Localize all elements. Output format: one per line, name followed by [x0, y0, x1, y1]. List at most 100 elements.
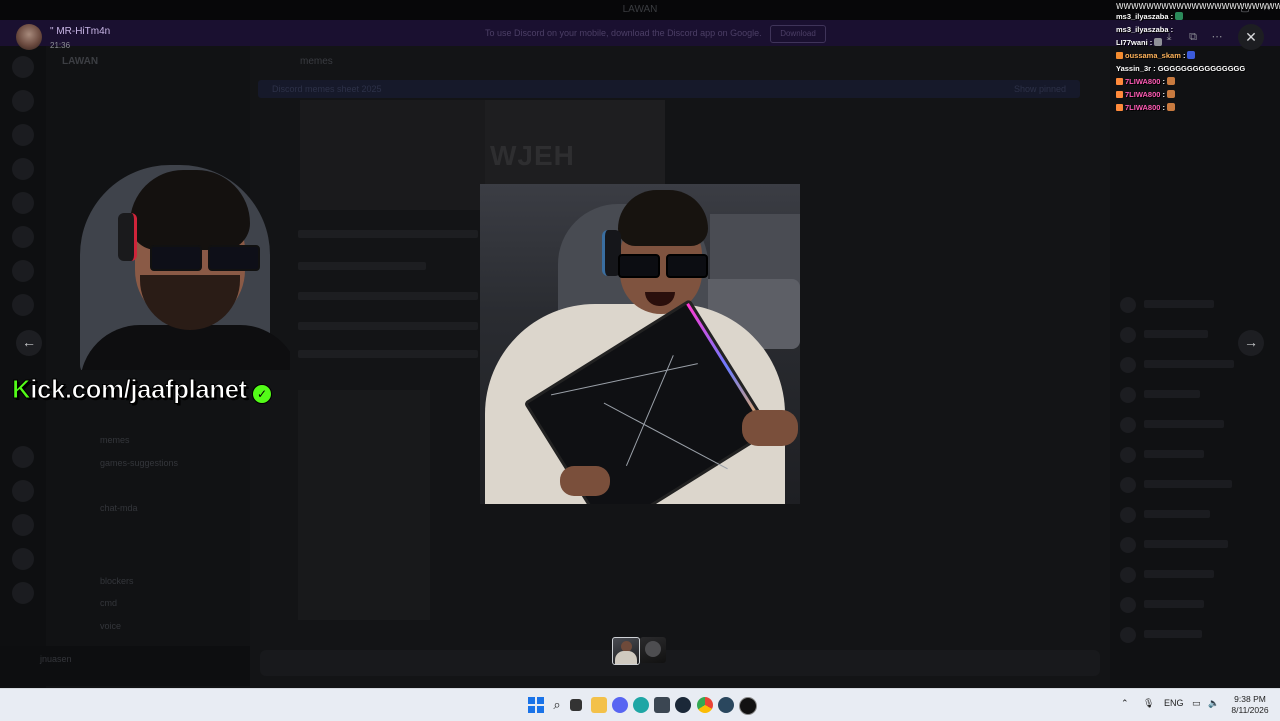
server-icon[interactable] — [12, 90, 34, 112]
server-icon[interactable] — [12, 192, 34, 214]
volume-icon[interactable]: 🔈 — [1208, 698, 1219, 709]
main-image[interactable] — [480, 184, 800, 504]
more-icon[interactable]: ⋯ — [1208, 28, 1226, 46]
server-name[interactable]: LAWAN — [62, 56, 98, 67]
chat-text: : — [1160, 90, 1166, 99]
chat-emote-icon — [1167, 103, 1176, 111]
channel-item[interactable]: games-suggestions — [100, 458, 178, 468]
stream-chat-message: ms3_ilyaszaba : — [1116, 12, 1184, 22]
search-icon[interactable]: ⌕ — [549, 697, 565, 713]
channel-item[interactable]: cmd — [100, 598, 117, 608]
microphone-icon[interactable]: 🎙 — [1143, 698, 1154, 709]
stream-chat-header: WWWWWWWWWWWWWWWWWWWWWWWW — [1116, 2, 1280, 11]
server-icon[interactable] — [12, 514, 34, 536]
chat-image[interactable] — [300, 100, 485, 210]
member-item[interactable] — [1120, 627, 1250, 643]
chat-username: ms3_ilyaszaba — [1116, 25, 1169, 34]
chat-username: oussama_skam — [1125, 51, 1181, 60]
banner-text: To use Discord on your mobile, download … — [485, 28, 762, 38]
member-item[interactable] — [1120, 417, 1250, 433]
stream-chat-message: 7LIWA800 : — [1116, 103, 1176, 113]
channel-item[interactable]: chat-mda — [100, 503, 138, 513]
discord-icon[interactable] — [612, 697, 628, 713]
stream-chat-message: Yassin_3r : GGGGGGGGGGGGGGG — [1116, 64, 1245, 74]
member-item[interactable] — [1120, 297, 1250, 313]
channel-item[interactable]: voice — [100, 621, 121, 631]
chat-username: LI77wani — [1116, 38, 1148, 47]
pinned-text: Discord memes sheet 2025 — [272, 84, 382, 94]
server-icon[interactable] — [12, 226, 34, 248]
channel-item[interactable]: memes — [100, 435, 130, 445]
chat-username: Yassin_3r — [1116, 64, 1152, 73]
webcam-overlay — [40, 155, 290, 370]
chat-badge-icon — [1116, 104, 1123, 111]
network-icon[interactable]: ▭ — [1192, 698, 1201, 709]
avatar[interactable] — [16, 24, 42, 50]
server-icon[interactable] — [12, 582, 34, 604]
edge-icon[interactable] — [633, 697, 649, 713]
pinned-link[interactable]: Show pinned — [1014, 84, 1066, 94]
file-explorer-icon[interactable] — [591, 697, 607, 713]
chevron-up-icon[interactable]: ⌃ — [1121, 698, 1129, 709]
chat-message-line — [298, 350, 478, 358]
thumbnail[interactable] — [640, 637, 666, 663]
start-icon[interactable] — [528, 697, 544, 713]
viewer-timestamp: 21:36 — [50, 41, 71, 50]
previous-image-button[interactable]: ← — [16, 330, 42, 356]
chat-message-line — [298, 322, 478, 330]
next-image-button[interactable]: → — [1238, 330, 1264, 356]
member-item[interactable] — [1120, 597, 1250, 613]
member-item[interactable] — [1120, 387, 1250, 403]
member-item[interactable] — [1120, 507, 1250, 523]
chat-text: : — [1180, 51, 1186, 60]
chat-text: : — [1160, 103, 1166, 112]
member-item[interactable] — [1120, 477, 1250, 493]
viewer-username[interactable]: " MR-HiTm4n — [50, 26, 110, 37]
chat-message-line — [298, 262, 426, 270]
server-icon[interactable] — [12, 548, 34, 570]
chrome-icon[interactable] — [697, 697, 713, 713]
pinned-bar[interactable]: Discord memes sheet 2025 Show pinned — [258, 80, 1080, 98]
kick-url: ick.com/jaafplanet — [30, 374, 248, 405]
member-item[interactable] — [1120, 567, 1250, 583]
channel-item[interactable]: blockers — [100, 576, 134, 586]
chat-emote-icon — [1187, 51, 1196, 59]
close-viewer-button[interactable]: ✕ — [1238, 24, 1264, 50]
server-icon[interactable] — [12, 124, 34, 146]
chat-badge-icon — [1116, 91, 1123, 98]
steam-icon[interactable] — [675, 697, 691, 713]
chat-emote-icon — [1154, 38, 1163, 46]
chat-text: : — [1160, 77, 1166, 86]
chat-username: 7LIWA800 — [1125, 90, 1161, 99]
server-icon[interactable] — [12, 294, 34, 316]
member-item[interactable] — [1120, 327, 1250, 343]
kick-channel-text: Kick.com/jaafplanet — [11, 374, 248, 405]
message-composer[interactable] — [260, 650, 1100, 676]
server-icon[interactable] — [12, 56, 34, 78]
chat-emote-icon — [1167, 90, 1176, 98]
server-icon[interactable] — [12, 480, 34, 502]
server-icon[interactable] — [12, 158, 34, 180]
kick-prefix: K — [11, 374, 31, 405]
clock[interactable]: 9:38 PM 8/11/2026 — [1226, 694, 1274, 716]
obs-icon[interactable] — [739, 697, 757, 715]
steam-alt-icon[interactable] — [718, 697, 734, 713]
server-icon[interactable] — [12, 260, 34, 282]
banner-download-button[interactable]: Download — [770, 25, 826, 43]
external-link-icon[interactable]: ⧉ — [1184, 28, 1202, 46]
chat-emote-icon — [1175, 12, 1184, 20]
chat-video[interactable] — [298, 390, 430, 620]
thumbnail-selected[interactable] — [612, 637, 640, 665]
task-view-icon[interactable] — [570, 699, 582, 711]
member-item[interactable] — [1120, 447, 1250, 463]
member-item[interactable] — [1120, 537, 1250, 553]
background-titlebar: LAWAN — [0, 0, 1280, 20]
user-panel: jnuasen — [0, 646, 250, 686]
chat-text: : GGGGGGGGGGGGGGG — [1151, 64, 1246, 73]
taskbar: ⌕ ⌃ 🎙 ENG ▭ 🔈 9:38 PM 8/11/2026 — [0, 688, 1280, 721]
server-icon[interactable] — [12, 446, 34, 468]
member-item[interactable] — [1120, 357, 1250, 373]
chat-username: 7LIWA800 — [1125, 77, 1161, 86]
calculator-icon[interactable] — [654, 697, 670, 713]
language-indicator[interactable]: ENG — [1164, 698, 1184, 708]
